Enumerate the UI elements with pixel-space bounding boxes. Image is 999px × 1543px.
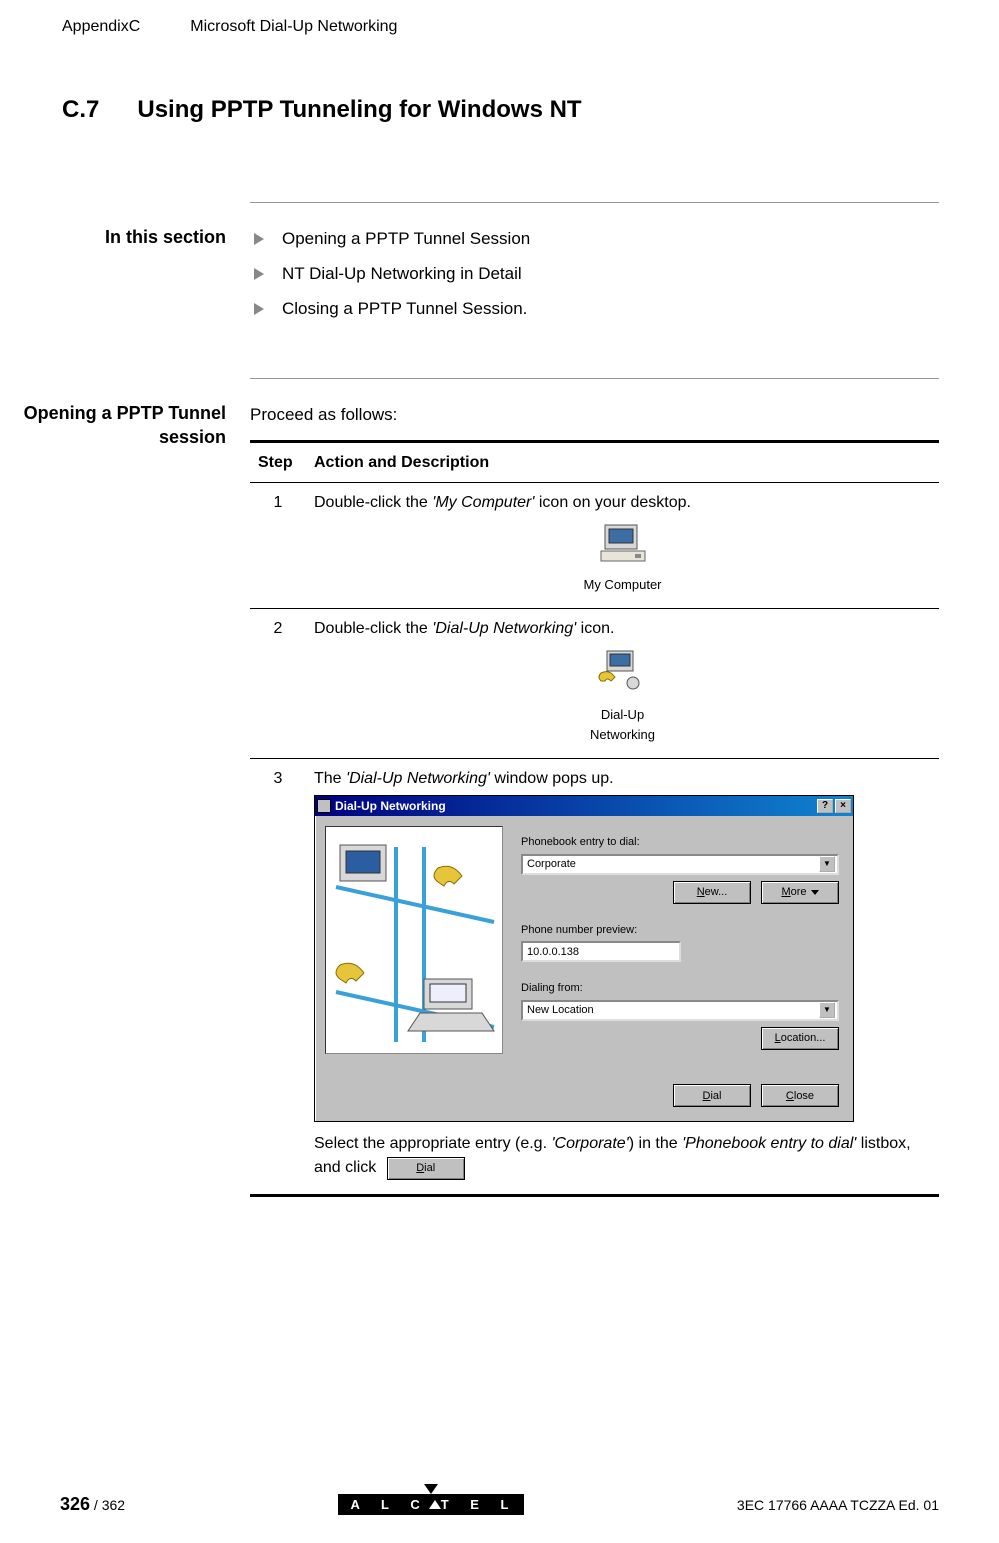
- icon-caption: Dial-Up Networking: [314, 705, 931, 744]
- step-text-italic: 'Dial-Up Networking': [432, 620, 576, 637]
- window-title: Dial-Up Networking: [335, 797, 815, 815]
- list-item: Opening a PPTP Tunnel Session: [250, 225, 939, 254]
- my-computer-icon: [595, 521, 651, 565]
- col-header-step: Step: [250, 441, 306, 482]
- step-number: 3: [250, 759, 306, 1196]
- steps-table: Step Action and Description 1 Double-cli…: [250, 440, 939, 1198]
- close-button[interactable]: ×: [835, 799, 851, 813]
- appendix-label: AppendixC: [62, 18, 140, 36]
- page-number: 326 / 362: [60, 1494, 125, 1515]
- btn-text: ew...: [705, 886, 728, 898]
- close-window-button[interactable]: Close: [761, 1084, 839, 1107]
- divider: [250, 202, 939, 203]
- dial-up-networking-icon: [593, 647, 653, 695]
- in-this-section-list: Opening a PPTP Tunnel Session NT Dial-Up…: [250, 225, 939, 324]
- step-text-italic: 'Dial-Up Networking': [346, 770, 490, 787]
- section-heading: C.7 Using PPTP Tunneling for Windows NT: [0, 36, 999, 124]
- step-post-text: Select the appropriate entry (e.g. 'Corp…: [314, 1132, 931, 1180]
- procedure-label-line: session: [159, 427, 226, 447]
- in-this-section-label: In this section: [0, 225, 250, 249]
- brand-badge: A L C T E L: [338, 1494, 523, 1515]
- icon-caption-line: Dial-Up: [601, 707, 644, 722]
- dialing-from-label: Dialing from:: [521, 980, 839, 997]
- phonebook-entry-combo[interactable]: Corporate ▼: [521, 854, 839, 875]
- phone-number-field[interactable]: 10.0.0.138: [521, 941, 681, 962]
- step-text: Double-click the: [314, 620, 432, 637]
- new-button[interactable]: New...: [673, 881, 751, 904]
- procedure-label: Opening a PPTP Tunnel session: [0, 401, 250, 450]
- step-action: The 'Dial-Up Networking' window pops up.…: [306, 759, 939, 1196]
- triangle-up-icon: [429, 1500, 441, 1509]
- step-text-italic: 'My Computer': [432, 494, 534, 511]
- icon-caption-line: Networking: [590, 727, 655, 742]
- procedure-label-line: Opening a PPTP Tunnel: [24, 403, 226, 423]
- appendix-title: Microsoft Dial-Up Networking: [190, 18, 397, 36]
- triangle-bullet-icon: [254, 268, 264, 280]
- step-action: Double-click the 'My Computer' icon on y…: [306, 482, 939, 609]
- table-row: 3 The 'Dial-Up Networking' window pops u…: [250, 759, 939, 1196]
- icon-caption: My Computer: [314, 575, 931, 595]
- field-value: 10.0.0.138: [527, 944, 579, 961]
- dial-button[interactable]: Dial: [673, 1084, 751, 1107]
- divider: [250, 378, 939, 379]
- step-text-italic: 'Corporate': [551, 1135, 628, 1152]
- list-item: NT Dial-Up Networking in Detail: [250, 260, 939, 289]
- page-total: / 362: [90, 1497, 125, 1513]
- dialing-from-combo[interactable]: New Location ▼: [521, 1000, 839, 1021]
- combo-value: Corporate: [527, 856, 576, 873]
- list-item: Closing a PPTP Tunnel Session.: [250, 295, 939, 324]
- procedure-intro: Proceed as follows:: [250, 401, 939, 430]
- phonebook-label: Phonebook entry to dial:: [521, 834, 839, 851]
- list-item-text: Closing a PPTP Tunnel Session.: [282, 295, 527, 324]
- help-button[interactable]: ?: [817, 799, 833, 813]
- table-row: 2 Double-click the 'Dial-Up Networking' …: [250, 609, 939, 759]
- triangle-bullet-icon: [254, 233, 264, 245]
- list-item-text: NT Dial-Up Networking in Detail: [282, 260, 522, 289]
- step-text-italic: 'Phonebook entry to dial': [682, 1135, 856, 1152]
- section-number: C.7: [62, 96, 99, 124]
- chevron-down-icon: [811, 890, 819, 895]
- col-header-action: Action and Description: [306, 441, 939, 482]
- window-titlebar: Dial-Up Networking ? ×: [315, 796, 853, 816]
- step-text: Double-click the: [314, 494, 432, 511]
- combo-value: New Location: [527, 1002, 594, 1019]
- page-header: AppendixC Microsoft Dial-Up Networking: [0, 0, 999, 36]
- section-title: Using PPTP Tunneling for Windows NT: [137, 96, 581, 124]
- step-text: The: [314, 770, 346, 787]
- window-title-icon: [317, 799, 331, 813]
- step-text: Select the appropriate entry (e.g.: [314, 1135, 551, 1152]
- step-text: icon on your desktop.: [534, 494, 691, 511]
- chevron-down-icon: ▼: [819, 856, 835, 872]
- triangle-bullet-icon: [254, 303, 264, 315]
- step-text: ) in the: [629, 1135, 682, 1152]
- dial-button-inline[interactable]: Dial: [387, 1157, 465, 1180]
- doc-id: 3EC 17766 AAAA TCZZA Ed. 01: [737, 1497, 939, 1513]
- step-text: window pops up.: [490, 770, 614, 787]
- dial-up-networking-window: Dial-Up Networking ? ×: [314, 795, 854, 1122]
- location-button[interactable]: Location...: [761, 1027, 839, 1050]
- chevron-down-icon: ▼: [819, 1002, 835, 1018]
- network-illustration: [325, 826, 503, 1054]
- step-number: 1: [250, 482, 306, 609]
- more-button[interactable]: More: [761, 881, 839, 904]
- step-action: Double-click the 'Dial-Up Networking' ic…: [306, 609, 939, 759]
- phone-preview-label: Phone number preview:: [521, 922, 839, 939]
- triangle-down-icon: [424, 1484, 438, 1494]
- list-item-text: Opening a PPTP Tunnel Session: [282, 225, 530, 254]
- page-current: 326: [60, 1494, 90, 1514]
- table-row: 1 Double-click the 'My Computer' icon on…: [250, 482, 939, 609]
- step-text: icon.: [576, 620, 614, 637]
- step-number: 2: [250, 609, 306, 759]
- page-footer: 326 / 362 A L C T E L 3EC 17766 AAAA TCZ…: [0, 1494, 999, 1515]
